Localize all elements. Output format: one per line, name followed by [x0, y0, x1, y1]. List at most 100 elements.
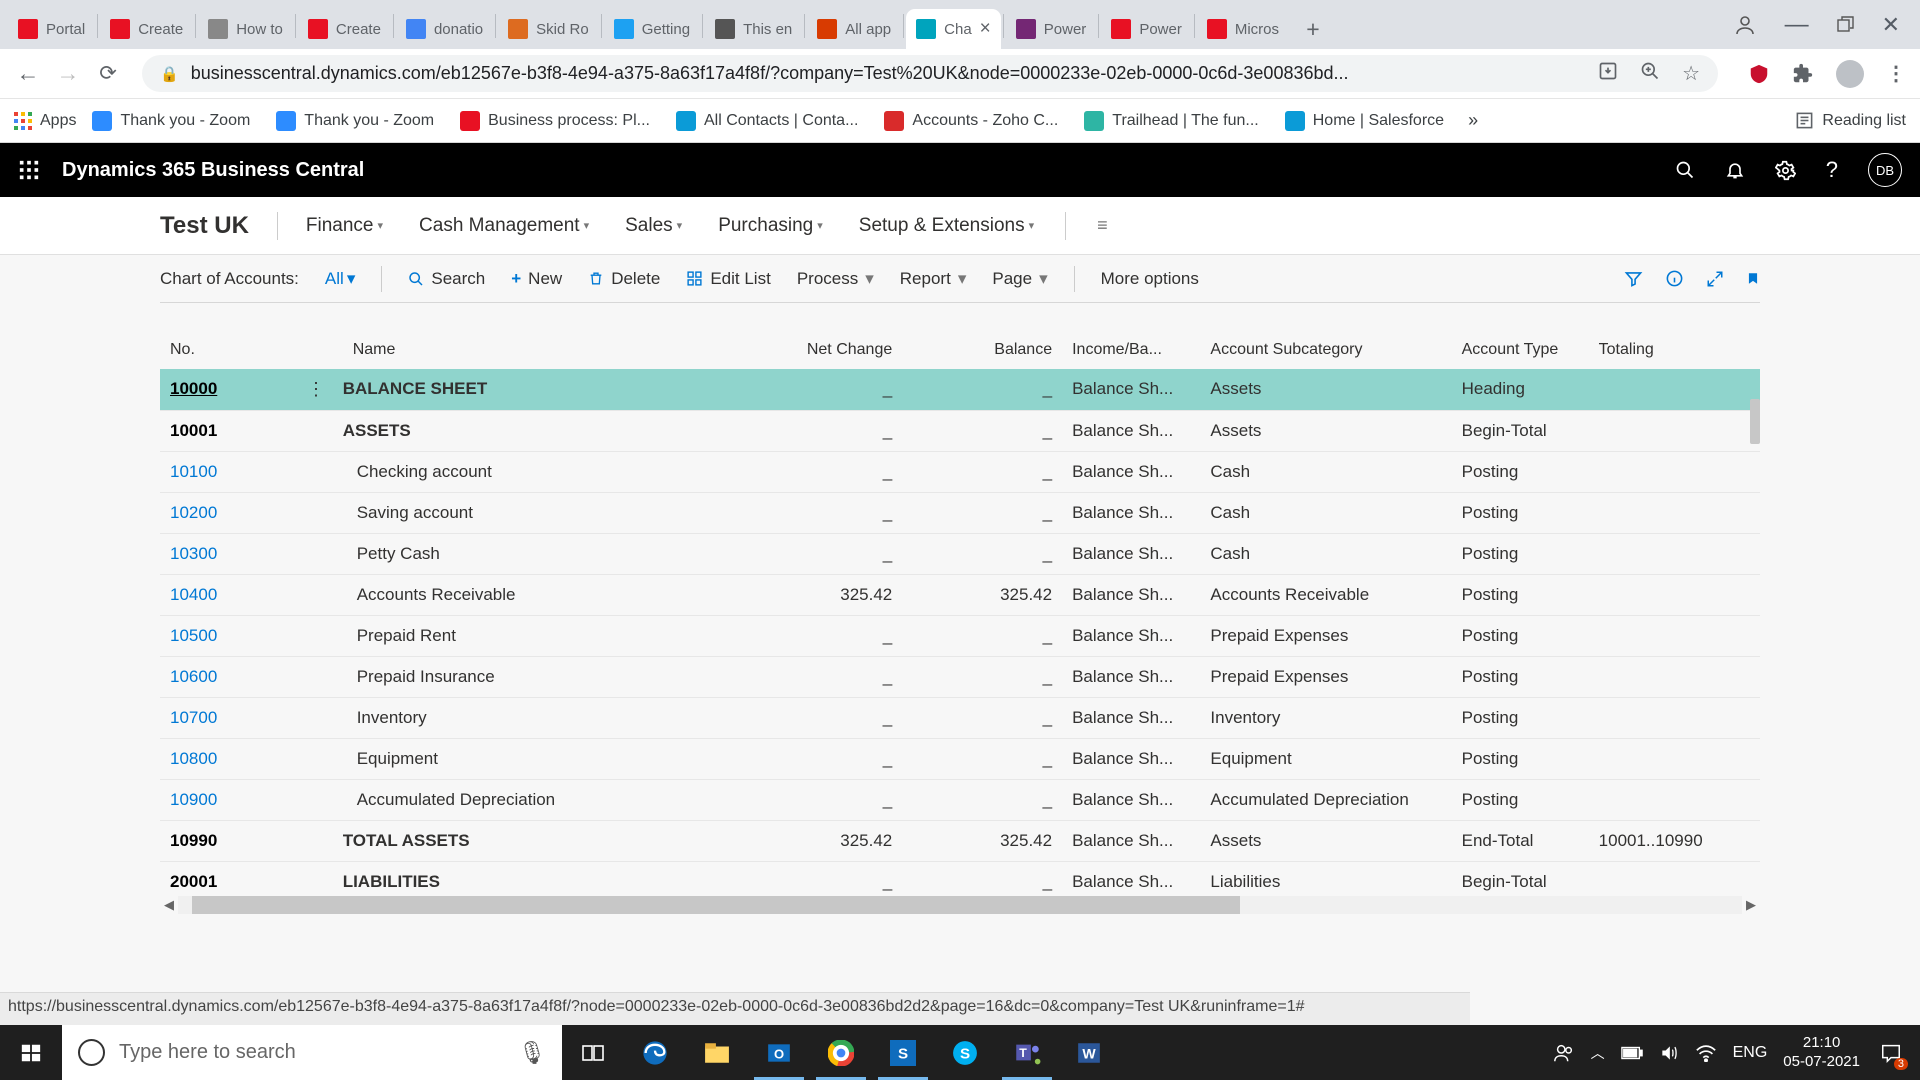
- more-options-button[interactable]: More options: [1101, 269, 1199, 289]
- profile-avatar[interactable]: [1836, 60, 1864, 88]
- company-name[interactable]: Test UK: [160, 212, 278, 240]
- cell-no[interactable]: 10100: [160, 451, 297, 492]
- new-button[interactable]: +New: [511, 269, 562, 289]
- expand-icon[interactable]: [1706, 270, 1724, 288]
- cell-balance[interactable]: _: [902, 861, 1062, 894]
- cell-no[interactable]: 10990: [160, 820, 297, 861]
- teams-icon[interactable]: T: [996, 1025, 1058, 1080]
- cell-net-change[interactable]: _: [742, 492, 902, 533]
- reload-button[interactable]: ⟳: [94, 61, 122, 86]
- browser-tab[interactable]: This en: [705, 9, 802, 49]
- bookmark-page-icon[interactable]: [1746, 269, 1760, 288]
- bookmark-item[interactable]: Trailhead | The fun...: [1084, 111, 1258, 131]
- browser-tab[interactable]: Portal: [8, 9, 95, 49]
- row-menu-icon[interactable]: [297, 738, 343, 779]
- start-button[interactable]: [0, 1025, 62, 1080]
- cell-no[interactable]: 10800: [160, 738, 297, 779]
- mcafee-icon[interactable]: [1748, 63, 1770, 85]
- row-menu-icon[interactable]: [297, 410, 343, 451]
- cell-net-change[interactable]: _: [742, 656, 902, 697]
- cell-net-change[interactable]: _: [742, 451, 902, 492]
- column-header[interactable]: Net Change: [742, 319, 902, 369]
- zoom-icon[interactable]: [1640, 61, 1660, 81]
- people-icon[interactable]: [1553, 1042, 1575, 1064]
- cell-net-change[interactable]: _: [742, 738, 902, 779]
- cell-no[interactable]: 10400: [160, 574, 297, 615]
- nav-item[interactable]: Finance ▾: [306, 215, 383, 237]
- user-avatar[interactable]: DB: [1868, 153, 1902, 187]
- cell-no[interactable]: 20001: [160, 861, 297, 894]
- snagit-icon[interactable]: S: [872, 1025, 934, 1080]
- table-row[interactable]: 10990TOTAL ASSETS325.42325.42Balance Sh.…: [160, 820, 1760, 861]
- bookmark-item[interactable]: All Contacts | Conta...: [676, 111, 858, 131]
- cell-no[interactable]: 10300: [160, 533, 297, 574]
- row-menu-icon[interactable]: [297, 656, 343, 697]
- cell-net-change[interactable]: _: [742, 410, 902, 451]
- search-button[interactable]: Search: [408, 269, 485, 289]
- cell-no[interactable]: 10600: [160, 656, 297, 697]
- browser-tab[interactable]: donatio: [396, 9, 493, 49]
- maximize-button[interactable]: [1837, 16, 1854, 33]
- cell-no[interactable]: 10900: [160, 779, 297, 820]
- action-center-icon[interactable]: 3: [1876, 1038, 1906, 1068]
- bookmark-item[interactable]: Home | Salesforce: [1285, 111, 1444, 131]
- column-header[interactable]: Account Subcategory: [1200, 319, 1451, 369]
- bookmark-item[interactable]: Accounts - Zoho C...: [884, 111, 1058, 131]
- cell-no[interactable]: 10500: [160, 615, 297, 656]
- browser-tab[interactable]: Power: [1006, 9, 1097, 49]
- row-menu-icon[interactable]: [297, 861, 343, 894]
- delete-button[interactable]: Delete: [588, 269, 660, 289]
- cell-net-change[interactable]: _: [742, 861, 902, 894]
- cell-no[interactable]: 10700: [160, 697, 297, 738]
- table-row[interactable]: 10000⋮BALANCE SHEET__Balance Sh...Assets…: [160, 369, 1760, 410]
- row-menu-icon[interactable]: [297, 533, 343, 574]
- search-icon[interactable]: [1675, 160, 1695, 180]
- column-header[interactable]: [297, 319, 343, 369]
- install-app-icon[interactable]: [1598, 61, 1618, 81]
- bookmark-item[interactable]: Business process: Pl...: [460, 111, 650, 131]
- process-menu[interactable]: Process▾: [797, 269, 874, 289]
- browser-tab[interactable]: How to: [198, 9, 293, 49]
- cell-balance[interactable]: _: [902, 697, 1062, 738]
- scroll-right-icon[interactable]: ▶: [1742, 897, 1760, 913]
- horizontal-scrollbar[interactable]: ◀ ▶: [160, 896, 1760, 914]
- cell-balance[interactable]: 325.42: [902, 820, 1062, 861]
- clock[interactable]: 21:10 05-07-2021: [1783, 1034, 1860, 1072]
- cell-net-change[interactable]: _: [742, 615, 902, 656]
- forward-button[interactable]: →: [54, 60, 82, 87]
- browser-tab[interactable]: All app: [807, 9, 901, 49]
- language-indicator[interactable]: ENG: [1733, 1044, 1768, 1062]
- cell-net-change[interactable]: _: [742, 779, 902, 820]
- url-input[interactable]: 🔒 businesscentral.dynamics.com/eb12567e-…: [142, 55, 1718, 92]
- back-button[interactable]: ←: [14, 60, 42, 87]
- nav-item[interactable]: Purchasing ▾: [718, 215, 823, 237]
- cell-balance[interactable]: _: [902, 656, 1062, 697]
- wifi-icon[interactable]: [1695, 1044, 1717, 1062]
- close-window-button[interactable]: ✕: [1882, 12, 1900, 38]
- table-row[interactable]: 10100Checking account__Balance Sh...Cash…: [160, 451, 1760, 492]
- table-row[interactable]: 10001ASSETS__Balance Sh...AssetsBegin-To…: [160, 410, 1760, 451]
- cell-balance[interactable]: _: [902, 410, 1062, 451]
- table-row[interactable]: 20001LIABILITIES__Balance Sh...Liabiliti…: [160, 861, 1760, 894]
- column-header[interactable]: Name: [343, 319, 743, 369]
- info-icon[interactable]: [1665, 269, 1684, 288]
- settings-icon[interactable]: [1775, 160, 1796, 181]
- browser-tab[interactable]: Create: [100, 9, 193, 49]
- row-menu-icon[interactable]: [297, 697, 343, 738]
- nav-item[interactable]: Setup & Extensions ▾: [859, 215, 1034, 237]
- browser-tab[interactable]: Micros: [1197, 9, 1289, 49]
- cell-no[interactable]: 10000: [160, 369, 297, 410]
- skype-icon[interactable]: S: [934, 1025, 996, 1080]
- row-menu-icon[interactable]: [297, 820, 343, 861]
- help-icon[interactable]: ?: [1826, 157, 1838, 183]
- table-row[interactable]: 10900Accumulated Depreciation__Balance S…: [160, 779, 1760, 820]
- column-header[interactable]: No.: [160, 319, 297, 369]
- vertical-scrollbar[interactable]: [1750, 399, 1760, 444]
- column-header[interactable]: Account Type: [1452, 319, 1589, 369]
- taskbar-search[interactable]: Type here to search 🎙: [62, 1025, 562, 1080]
- mic-icon[interactable]: 🎙: [518, 1040, 546, 1066]
- row-menu-icon[interactable]: [297, 492, 343, 533]
- cell-net-change[interactable]: 325.42: [742, 820, 902, 861]
- browser-tab[interactable]: Cha×: [906, 9, 1001, 49]
- tray-chevron-icon[interactable]: ︿: [1591, 1043, 1605, 1063]
